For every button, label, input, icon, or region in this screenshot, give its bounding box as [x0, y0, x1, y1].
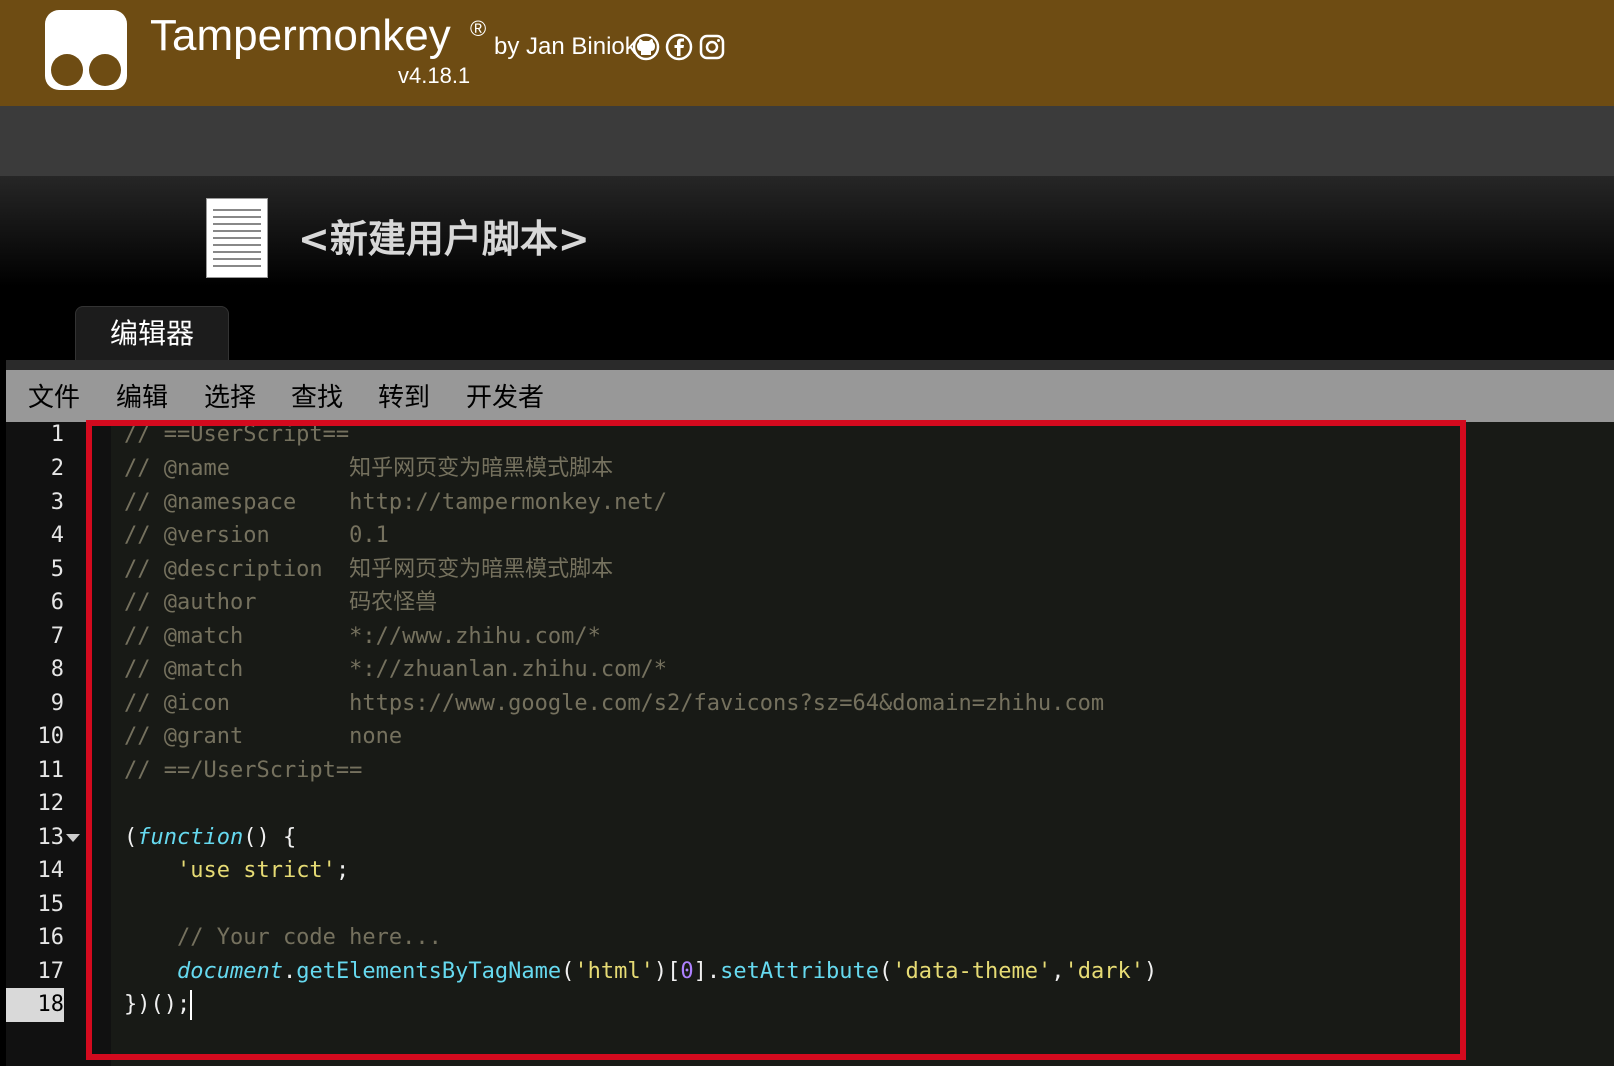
line-number: 9	[50, 691, 64, 716]
line-number-active: 18	[6, 988, 64, 1022]
line-number: 4	[50, 523, 64, 548]
line-number: 8	[50, 657, 64, 682]
line-number: 3	[50, 490, 64, 515]
variable-token: document	[176, 959, 283, 984]
version-label: v4.18.1	[398, 63, 471, 88]
editor-menu-bar: 文件 编辑 选择 查找 转到 开发者	[6, 360, 1614, 422]
punctuation-token: ;	[335, 858, 350, 883]
keyword-token: function	[137, 825, 244, 850]
punctuation-token: })();	[124, 992, 191, 1017]
line-number: 7	[50, 624, 64, 649]
code-line: // Your code here...	[124, 925, 442, 950]
string-token: 'use strict'	[176, 858, 336, 883]
method-token: setAttribute	[720, 959, 880, 984]
paren-token: (	[124, 825, 138, 850]
line-number: 1	[50, 422, 64, 447]
header-bar: Tampermonkey ® by Jan Biniok v4.18.1	[0, 0, 1614, 106]
menu-goto[interactable]: 转到	[378, 382, 430, 414]
line-number: 10	[37, 724, 65, 749]
menu-edit[interactable]: 编辑	[116, 382, 168, 414]
line-number: 12	[37, 791, 65, 816]
line-number: 2	[50, 456, 64, 481]
indent-token	[124, 959, 177, 984]
code-line: (function() {	[124, 821, 296, 855]
code-line: // @grant none	[124, 724, 403, 749]
script-title: <新建用户脚本>	[298, 217, 590, 261]
line-number: 5	[50, 557, 64, 582]
menu-selection[interactable]: 选择	[204, 382, 256, 414]
line-number: 6	[50, 590, 64, 615]
code-line: // @description 知乎网页变为暗黑模式脚本	[124, 557, 614, 582]
line-number: 11	[37, 758, 65, 783]
toolbar-strip	[0, 106, 1614, 176]
code-line: // ==UserScript==	[124, 422, 350, 447]
code-line: // @icon https://www.google.com/s2/favic…	[124, 691, 1105, 716]
tab-editor[interactable]: 编辑器	[75, 306, 229, 360]
script-document-icon	[206, 198, 268, 278]
indent-token	[124, 858, 177, 883]
line-number: 16	[37, 925, 65, 950]
menu-file[interactable]: 文件	[28, 382, 80, 414]
code-line: })();	[124, 988, 193, 1022]
code-line: // @match *://zhuanlan.zhihu.com/*	[124, 657, 668, 682]
punctuation-token: ].	[693, 959, 721, 984]
app-name: Tampermonkey	[150, 11, 451, 60]
line-number: 17	[37, 959, 65, 984]
line-number-gutter: 1 2 3 4 5 6 7 8 9 10 11 12 13 14 15 16 1…	[6, 422, 111, 1066]
text-cursor	[190, 990, 193, 1020]
line-number: 15	[37, 892, 65, 917]
string-token: 'html'	[574, 959, 654, 984]
punctuation-token: .	[282, 959, 297, 984]
tampermonkey-logo[interactable]	[45, 10, 127, 90]
punctuation-token: )	[1143, 959, 1158, 984]
code-line: 'use strict';	[124, 854, 349, 888]
line-number: 14	[37, 858, 65, 883]
code-line: // @version 0.1	[124, 523, 389, 548]
punctuation-token: (	[879, 959, 893, 984]
string-token: 'dark'	[1064, 959, 1144, 984]
code-line: // @author 码农怪兽	[124, 590, 438, 615]
instagram-icon[interactable]	[698, 33, 726, 61]
code-line: // @namespace http://tampermonkey.net/	[124, 490, 668, 515]
punctuation-token: () {	[243, 825, 297, 850]
menu-developer[interactable]: 开发者	[466, 382, 544, 414]
menu-find[interactable]: 查找	[291, 382, 343, 414]
facebook-icon[interactable]	[665, 33, 693, 61]
punctuation-token: ,	[1051, 959, 1065, 984]
line-number: 13	[37, 825, 65, 850]
author-byline: by Jan Biniok	[494, 33, 637, 60]
registered-mark: ®	[470, 16, 487, 41]
logo-eye-right	[89, 54, 121, 86]
github-icon[interactable]	[632, 33, 660, 61]
method-token: getElementsByTagName	[296, 959, 562, 984]
number-token: 0	[680, 959, 694, 984]
string-token: 'data-theme'	[892, 959, 1052, 984]
code-line: // @name 知乎网页变为暗黑模式脚本	[124, 456, 614, 481]
code-editor[interactable]: 1 2 3 4 5 6 7 8 9 10 11 12 13 14 15 16 1…	[6, 422, 1614, 1066]
fold-toggle-icon[interactable]	[66, 834, 80, 842]
code-line: // @match *://www.zhihu.com/*	[124, 624, 601, 649]
code-line: document.getElementsByTagName('html')[0]…	[124, 955, 1157, 989]
logo-eye-left	[51, 54, 83, 86]
punctuation-token: (	[561, 959, 575, 984]
punctuation-token: )[	[653, 959, 681, 984]
code-line: // ==/UserScript==	[124, 758, 363, 783]
